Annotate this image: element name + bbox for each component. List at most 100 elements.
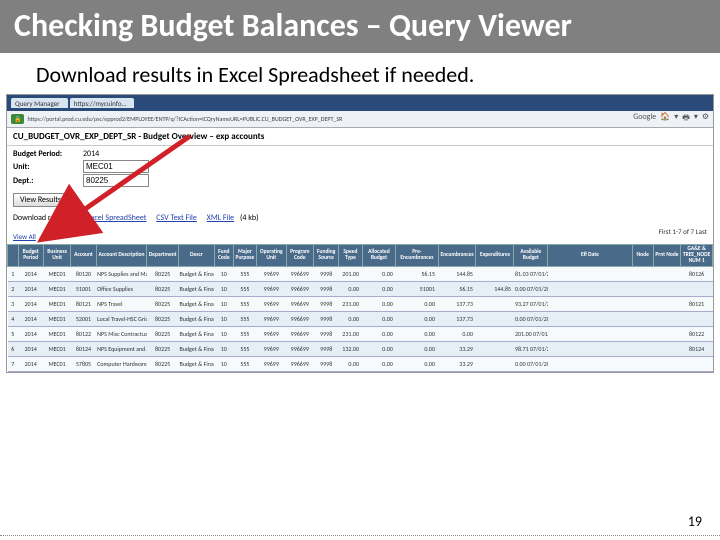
cell (548, 267, 632, 282)
cell (548, 357, 632, 372)
cell: Budget & Finance Admin (178, 342, 214, 357)
cell (476, 312, 514, 327)
table-row: 52014MEC0180122NPS Misc Contractual Serv… (8, 327, 713, 342)
cell (632, 357, 653, 372)
col-header: Encumbrances (438, 245, 476, 267)
tools-icon[interactable]: ⚙ (702, 112, 709, 126)
cell: NPS Equipment and Acquisitions (96, 342, 147, 357)
download-excel-link[interactable]: Excel SpreadSheet (87, 213, 146, 223)
lock-icon: 🔒 (11, 114, 24, 124)
home-icon[interactable]: 🏠 (660, 112, 670, 126)
browser-tab[interactable]: https://mycuinfo… (70, 98, 135, 108)
cell: 9998 (314, 282, 339, 297)
view-all-link[interactable]: View All (7, 232, 42, 241)
cell: 0.00 (362, 297, 396, 312)
cell: 0.00 07/01/2013 80126 150000000 80126 (514, 282, 548, 297)
cell: 144.85 (476, 282, 514, 297)
col-header: Fund Code (214, 245, 233, 267)
pager-text: First 1-7 of 7 Last (653, 225, 713, 238)
cell (548, 282, 632, 297)
feed-icon[interactable]: ▾ (674, 112, 678, 126)
cell: 33.29 (438, 357, 476, 372)
cell (476, 342, 514, 357)
cell (632, 267, 653, 282)
cell: 10 (214, 342, 233, 357)
cell (632, 342, 653, 357)
cell: 10 (214, 312, 233, 327)
table-row: 42014MEC0152001Local Travel-HSC Grid Tra… (8, 312, 713, 327)
cell (632, 282, 653, 297)
print-icon[interactable]: 🖶 (682, 112, 690, 126)
cell (548, 297, 632, 312)
cell: 0.00 (362, 312, 396, 327)
col-header: Node (632, 245, 653, 267)
download-size: (4 kb) (240, 213, 259, 223)
cell: 0.00 (362, 267, 396, 282)
col-header: Business Unit (43, 245, 70, 267)
cell: Budget & Finance Admin (178, 297, 214, 312)
cell: 0.00 07/01/2013 80121 150000000 80121 (514, 312, 548, 327)
cell: 555 (233, 327, 256, 342)
cell: 132.00 (339, 342, 362, 357)
page-number: 19 (688, 513, 702, 530)
cell: 56.15 (438, 282, 476, 297)
col-header: Speed Type (339, 245, 362, 267)
cell: 4 (8, 312, 19, 327)
cell: 56.15 (396, 267, 438, 282)
cell (476, 267, 514, 282)
cell: 80121 (71, 297, 96, 312)
slide-subtitle: Download results in Excel Spreadsheet if… (0, 53, 720, 94)
page-icon[interactable]: ▾ (694, 112, 698, 126)
results-table: Budget PeriodBusiness UnitAccountAccount… (7, 244, 713, 372)
col-header: Eff Date (548, 245, 632, 267)
cell: 996699 (286, 267, 313, 282)
cell: 10 (214, 282, 233, 297)
cell: Budget & Finance Admin (178, 357, 214, 372)
cell: 0.00 (396, 342, 438, 357)
browser-tabs: Query Manager https://mycuinfo… (7, 95, 713, 111)
url-text[interactable]: https://portal.prod.cu.edu/psc/epprod2/E… (27, 115, 630, 123)
cell: 80124 (681, 342, 713, 357)
cell (476, 297, 514, 312)
download-csv-link[interactable]: CSV Text File (156, 213, 197, 223)
col-header: Account Description (96, 245, 147, 267)
search-provider: Google (633, 112, 656, 126)
unit-label: Unit: (13, 162, 83, 172)
cell: 93.27 07/01/2013 80006 (514, 297, 548, 312)
cell: 80225 (147, 282, 179, 297)
cell (476, 327, 514, 342)
cell: 80120 (71, 267, 96, 282)
cell: Budget & Finance Admin (178, 312, 214, 327)
browser-tab[interactable]: Query Manager (11, 98, 68, 108)
cell: 80126 (681, 267, 713, 282)
cell (681, 357, 713, 372)
cell: 10 (214, 357, 233, 372)
cell: 99699 (257, 282, 287, 297)
cell: 0.00 07/01/2013 80124 150000000 80124 (514, 357, 548, 372)
cell: 0.00 (396, 357, 438, 372)
cell: 80225 (147, 297, 179, 312)
cell: 137.73 (438, 297, 476, 312)
col-header: Budget Period (18, 245, 43, 267)
cell: NPS Travel (96, 297, 147, 312)
dept-input[interactable] (83, 174, 149, 187)
cell: 10 (214, 327, 233, 342)
cell: 1 (8, 267, 19, 282)
unit-input[interactable] (83, 160, 149, 173)
cell: 0.00 (339, 312, 362, 327)
cell: 10 (214, 267, 233, 282)
cell: 2014 (18, 342, 43, 357)
view-results-button[interactable]: View Results (13, 193, 68, 207)
col-header: Descr (178, 245, 214, 267)
cell: 99699 (257, 357, 287, 372)
cell: 9998 (314, 297, 339, 312)
download-xml-link[interactable]: XML File (207, 213, 235, 223)
cell (653, 297, 680, 312)
cell: MEC01 (43, 282, 70, 297)
cell: 99699 (257, 327, 287, 342)
cell: MEC01 (43, 267, 70, 282)
cell: 137.73 (438, 312, 476, 327)
cell: 201.00 (339, 267, 362, 282)
col-header: Major Purpose (233, 245, 256, 267)
cell: Budget & Finance Admin (178, 327, 214, 342)
